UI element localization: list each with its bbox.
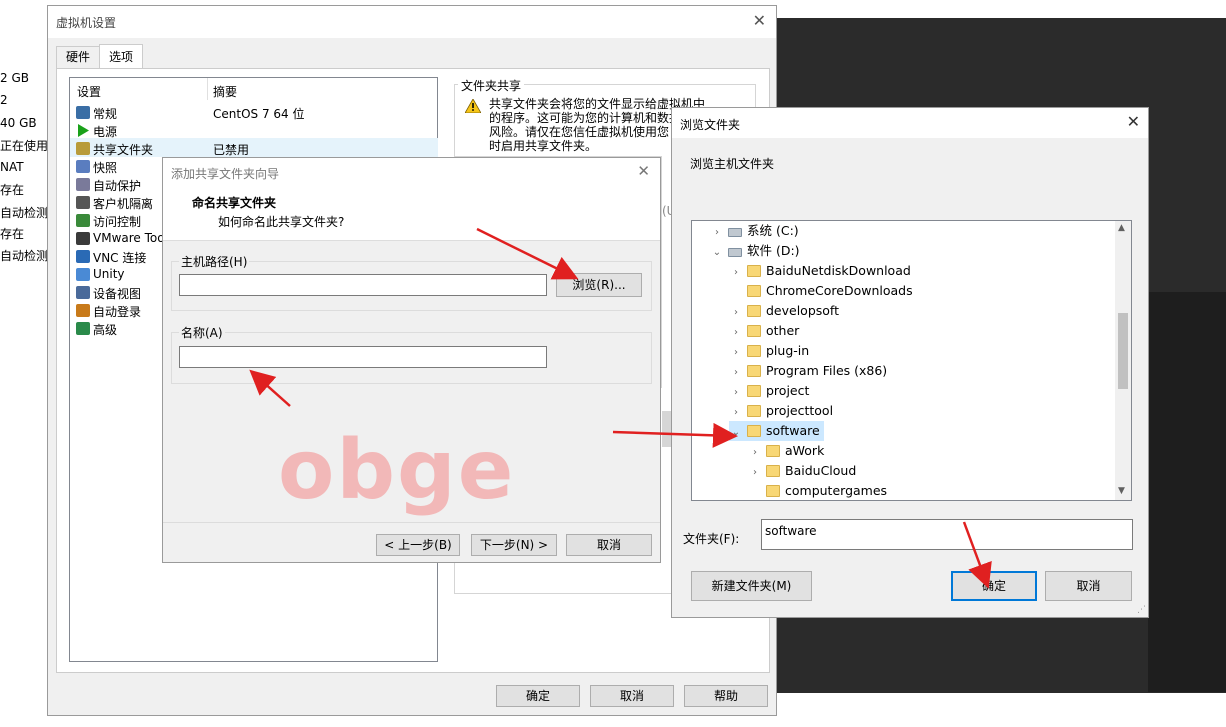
annotation-arrow-browse — [476, 227, 579, 280]
annotation-arrow-ok — [962, 521, 992, 589]
annotation-arrow-software — [612, 422, 738, 448]
annotation-overlay — [249, 227, 992, 589]
annotation-arrow-name — [249, 369, 291, 407]
